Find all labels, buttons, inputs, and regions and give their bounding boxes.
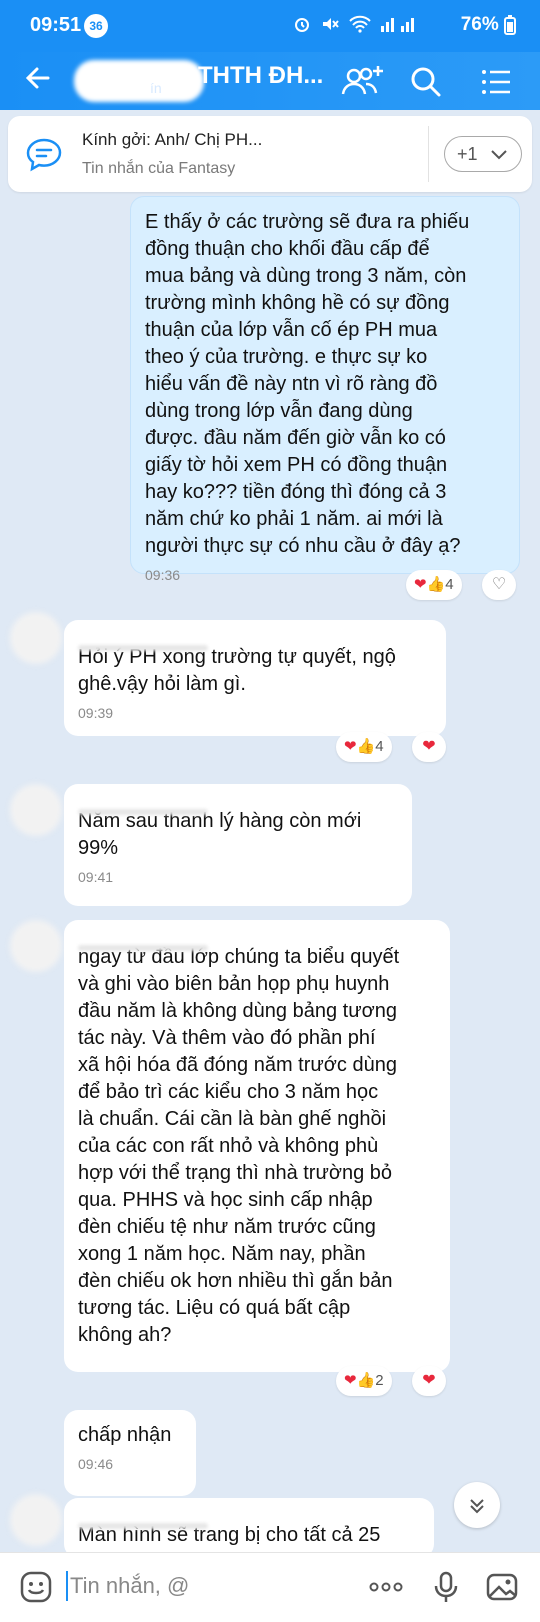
message-time: 09:41 xyxy=(78,869,114,885)
pinned-divider xyxy=(428,126,429,182)
text-cursor xyxy=(66,1571,68,1601)
message-bubble-theirs[interactable]: ngay từ đầu lớp chúng ta biểu quyết và g… xyxy=(64,920,450,1372)
reaction-count: 4 xyxy=(375,738,384,755)
thumbs-up-reaction-icon: 👍 xyxy=(356,1372,376,1389)
scroll-to-bottom-button[interactable] xyxy=(454,1482,500,1528)
message-text: ngay từ đầu lớp chúng ta biểu quyết và g… xyxy=(78,946,400,1346)
pinned-more-label: +1 xyxy=(457,144,478,164)
message-text: E thấy ở các trường sẽ đưa ra phiếu đồng… xyxy=(145,211,470,557)
message-text: Năm sau thanh lý hàng còn mới 99% xyxy=(78,810,362,859)
heart-reaction-icon: ❤ xyxy=(344,738,357,755)
redacted-group-avatar xyxy=(74,60,204,102)
heart-filled-icon: ❤ xyxy=(422,1372,436,1389)
status-bar: 09:51 36 76% xyxy=(0,0,540,52)
heart-reaction-icon: ❤ xyxy=(414,576,427,593)
reaction-summary[interactable]: ❤👍4 xyxy=(336,732,392,762)
battery-icon xyxy=(504,14,516,35)
avatar[interactable] xyxy=(10,920,62,972)
sender-name-redacted xyxy=(78,932,436,951)
heart-outline-icon: ♡ xyxy=(491,576,507,593)
react-heart-button[interactable]: ♡ xyxy=(482,570,516,600)
mute-icon xyxy=(323,18,340,30)
status-icons xyxy=(292,14,419,34)
thumbs-up-reaction-icon: 👍 xyxy=(356,738,376,755)
reaction-count: 2 xyxy=(375,1372,384,1389)
pinned-more-button[interactable]: +1 xyxy=(444,136,522,172)
heart-filled-icon: ❤ xyxy=(422,738,436,755)
pinned-message-bar[interactable]: Kính gởi: Anh/ Chị PH... Tin nhắn của Fa… xyxy=(8,116,532,192)
status-time: 09:51 xyxy=(30,14,82,36)
react-heart-button[interactable]: ❤ xyxy=(412,732,446,762)
avatar[interactable] xyxy=(10,1494,62,1546)
heart-reaction-icon: ❤ xyxy=(344,1372,357,1389)
message-text: chấp nhận xyxy=(78,1424,172,1446)
image-icon[interactable] xyxy=(484,1569,520,1605)
message-bubble-theirs[interactable]: Màn hình sẽ trang bị cho tất cả 25 xyxy=(64,1498,434,1558)
sender-name-redacted xyxy=(78,1510,420,1529)
back-arrow-icon[interactable] xyxy=(22,62,54,101)
alarm-icon xyxy=(295,18,309,32)
reaction-summary[interactable]: ❤👍2 xyxy=(336,1366,392,1396)
search-icon[interactable] xyxy=(406,62,446,102)
battery-level: 76% xyxy=(461,14,516,36)
chat-header: THTH ĐH... ín xyxy=(0,52,540,110)
chevron-down-icon xyxy=(490,150,507,160)
more-dots-icon[interactable] xyxy=(366,1569,403,1605)
avatar[interactable] xyxy=(10,784,62,836)
avatar[interactable] xyxy=(10,612,62,664)
reaction-summary[interactable]: ❤👍4 xyxy=(406,570,462,600)
message-text: Hỏi ý PH xong trường tự quyết, ngộ ghê.v… xyxy=(78,646,396,695)
emoji-icon[interactable] xyxy=(18,1569,54,1605)
reaction-count: 4 xyxy=(445,576,454,593)
group-title[interactable]: THTH ĐH... xyxy=(198,62,323,90)
message-bubble-theirs[interactable]: Năm sau thanh lý hàng còn mới 99% 09:41 xyxy=(64,784,412,906)
message-input-bar: Tin nhắn, @ xyxy=(0,1552,540,1622)
sender-name-redacted xyxy=(78,796,398,815)
message-input[interactable]: Tin nhắn, @ xyxy=(70,1573,189,1599)
message-time: 09:46 xyxy=(78,1456,114,1472)
notification-count-badge: 36 xyxy=(84,14,108,38)
pinned-chat-icon xyxy=(24,134,64,174)
message-time: 09:39 xyxy=(78,705,114,721)
message-bubble-theirs[interactable]: Hỏi ý PH xong trường tự quyết, ngộ ghê.v… xyxy=(64,620,446,736)
microphone-icon[interactable] xyxy=(428,1569,464,1605)
wifi-icon xyxy=(349,15,371,33)
add-member-icon[interactable] xyxy=(340,62,383,102)
thumbs-up-reaction-icon: 👍 xyxy=(426,576,446,593)
message-bubble-theirs[interactable]: chấp nhận 09:46 xyxy=(64,1410,196,1496)
pinned-subtitle: Tin nhắn của Fantasy xyxy=(82,160,236,177)
menu-list-icon[interactable] xyxy=(476,62,516,102)
double-chevron-down-icon xyxy=(470,1499,484,1514)
pinned-title: Kính gởi: Anh/ Chị PH... xyxy=(82,130,263,149)
signal-icon xyxy=(381,18,415,32)
sender-name-redacted xyxy=(78,632,432,651)
group-subtitle: ín xyxy=(150,80,162,96)
battery-percent: 76% xyxy=(460,14,499,35)
message-bubble-mine[interactable]: E thấy ở các trường sẽ đưa ra phiếu đồng… xyxy=(130,196,520,583)
react-heart-button[interactable]: ❤ xyxy=(412,1366,446,1396)
